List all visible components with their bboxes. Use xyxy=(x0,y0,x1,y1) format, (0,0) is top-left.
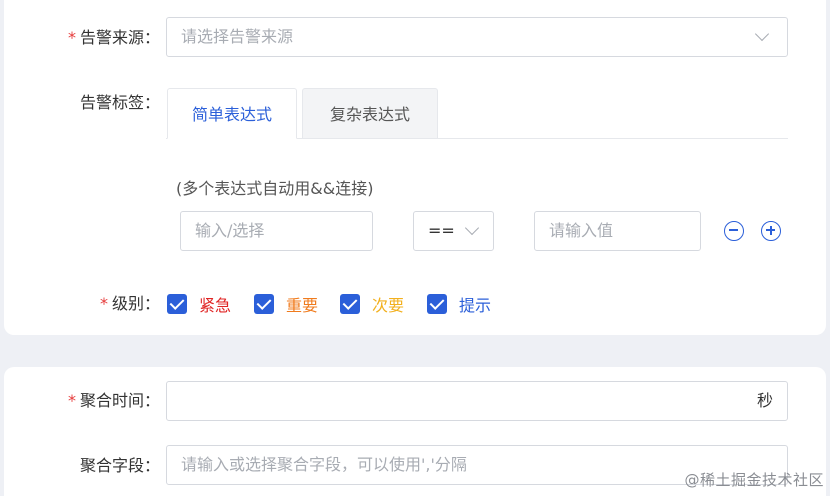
checkbox-checked-icon[interactable] xyxy=(254,294,274,314)
required-marker: * xyxy=(99,294,108,313)
level-option-label: 提示 xyxy=(459,296,492,315)
aggregation-time-label: * 聚合时间： xyxy=(67,391,160,410)
aggregation-field-label-text: 聚合字段 xyxy=(79,456,144,475)
checkbox-checked-icon[interactable] xyxy=(340,294,360,314)
aggregation-time-input[interactable]: 秒 xyxy=(166,381,788,421)
level-option-important[interactable]: 重要 xyxy=(254,293,318,315)
aggregation-time-label-text: 聚合时间 xyxy=(79,391,144,410)
level-option-minor[interactable]: 次要 xyxy=(340,293,404,315)
level-label-text: 级别 xyxy=(111,294,144,313)
required-marker: * xyxy=(67,28,76,47)
tab-simple-expression[interactable]: 简单表达式 xyxy=(167,88,297,139)
seconds-suffix: 秒 xyxy=(756,391,773,410)
alert-source-select[interactable]: 请选择告警来源 xyxy=(166,17,788,57)
alert-tags-label-text: 告警标签 xyxy=(79,93,144,112)
alert-source-label-text: 告警来源 xyxy=(79,28,144,47)
add-condition-icon[interactable] xyxy=(761,221,781,241)
level-label: * 级别： xyxy=(99,294,160,313)
tag-key-input[interactable]: 输入/选择 xyxy=(180,211,373,251)
remove-condition-icon[interactable] xyxy=(724,221,744,241)
aggregation-field-placeholder: 请输入或选择聚合字段，可以使用','分隔 xyxy=(181,455,467,474)
tag-key-placeholder: 输入/选择 xyxy=(195,221,265,240)
alert-source-label: * 告警来源： xyxy=(67,28,160,47)
tab-complex-expression[interactable]: 复杂表达式 xyxy=(302,88,438,139)
tag-value-input[interactable]: 请输入值 xyxy=(534,211,701,251)
level-option-urgent[interactable]: 紧急 xyxy=(167,293,231,315)
checkbox-checked-icon[interactable] xyxy=(167,294,187,314)
aggregation-field-label: 聚合字段： xyxy=(79,456,160,475)
level-option-label: 次要 xyxy=(372,296,405,315)
operator-select[interactable]: == xyxy=(413,211,494,251)
required-marker: * xyxy=(67,391,76,410)
chevron-down-icon xyxy=(464,220,480,236)
alert-tags-label: 告警标签： xyxy=(79,93,160,112)
checkbox-checked-icon[interactable] xyxy=(427,294,447,314)
watermark: @稀土掘金技术社区 xyxy=(684,471,824,489)
level-option-label: 紧急 xyxy=(199,296,232,315)
operator-value: == xyxy=(428,221,455,240)
expression-hint: (多个表达式自动用&&连接) xyxy=(176,179,374,198)
alert-source-placeholder: 请选择告警来源 xyxy=(181,27,294,46)
level-option-info[interactable]: 提示 xyxy=(427,293,491,315)
level-option-label: 重要 xyxy=(286,296,319,315)
chevron-down-icon xyxy=(754,26,770,42)
tag-value-placeholder: 请输入值 xyxy=(549,221,614,240)
